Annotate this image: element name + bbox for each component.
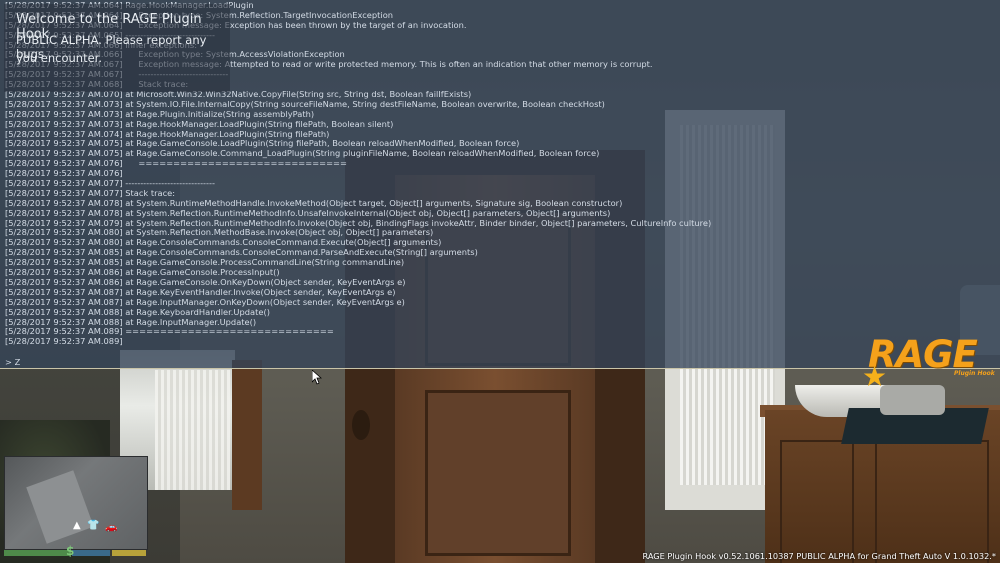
console-line: [5/28/2017 9:52:37 AM.073] at Rage.Plugi… [5,109,315,119]
console-line: [5/28/2017 9:52:37 AM.085] at Rage.GameC… [5,258,405,268]
scene-cabinet-door-right [875,440,989,563]
welcome-notification: Welcome to the RAGE Plugin Hook PUBLIC A… [4,4,230,92]
console-line: [5/28/2017 9:52:37 AM.086] at Rage.GameC… [5,277,406,287]
console-line: [5/28/2017 9:52:37 AM.075] at Rage.GameC… [5,139,520,149]
minimap: ▲ 👕 🚗 [4,456,148,550]
console-line: [5/28/2017 9:52:37 AM.073] at Rage.HookM… [5,119,394,129]
console-divider [0,368,1000,369]
console-line: [5/28/2017 9:52:37 AM.087] at Rage.KeyEv… [5,287,396,297]
car-icon: 🚗 [105,522,118,533]
scene-curtain-left [155,370,230,490]
console-line: [5/28/2017 9:52:37 AM.073] at System.IO.… [5,99,605,109]
scene-door-knob [352,410,370,440]
arrow-up-icon: ▲ [73,520,81,531]
version-label: RAGE Plugin Hook v0.52.1061.10387 PUBLIC… [642,551,996,561]
console-line: [5/28/2017 9:52:37 AM.074] at Rage.HookM… [5,129,330,139]
star-icon: ★ [862,360,888,393]
console-line: [5/28/2017 9:52:37 AM.077] Stack trace: [5,188,176,198]
scene-cabinet-door-left [780,440,854,563]
console-line: [5/28/2017 9:52:37 AM.087] at Rage.Input… [5,297,405,307]
minimap-road [26,470,94,544]
console-line: [5/28/2017 9:52:37 AM.088] at Rage.Input… [5,317,257,327]
cash-icon: $ [66,544,75,558]
special-ability-bar [112,550,146,556]
console-line: [5/28/2017 9:52:37 AM.075] at Rage.GameC… [5,149,600,159]
console-line: [5/28/2017 9:52:37 AM.078] at System.Ref… [5,208,611,218]
console-line: [5/28/2017 9:52:37 AM.089] =============… [5,327,334,337]
armor-bar [72,550,110,556]
console-line: [5/28/2017 9:52:37 AM.085] at Rage.Conso… [5,248,478,258]
console-line: [5/28/2017 9:52:37 AM.078] at System.Run… [5,198,623,208]
scene-window-frame [232,360,262,510]
console-line: [5/28/2017 9:52:37 AM.076] =============… [5,159,347,169]
scene-telephone [880,385,945,415]
console-input[interactable]: > Z [5,357,20,367]
notification-line-2: you encounter. [16,51,102,65]
rage-logo: RAGE Plugin Hook ★ [862,333,1000,393]
console-line: [5/28/2017 9:52:37 AM.077] -------------… [5,179,216,189]
console-line: [5/28/2017 9:52:37 AM.079] at System.Ref… [5,218,712,228]
console-line: [5/28/2017 9:52:37 AM.089] [5,337,123,347]
health-bar [4,550,70,556]
console-line: [5/28/2017 9:52:37 AM.080] at Rage.Conso… [5,238,442,248]
scene-door-panel-lower [425,390,571,556]
console-line: [5/28/2017 9:52:37 AM.080] at System.Ref… [5,228,434,238]
console-line: [5/28/2017 9:52:37 AM.088] at Rage.Keybo… [5,307,270,317]
console-line: [5/28/2017 9:52:37 AM.076] [5,169,123,179]
shirt-icon: 👕 [87,520,100,531]
logo-subtitle: Plugin Hook [954,370,995,377]
console-line: [5/28/2017 9:52:37 AM.086] at Rage.GameC… [5,268,280,278]
